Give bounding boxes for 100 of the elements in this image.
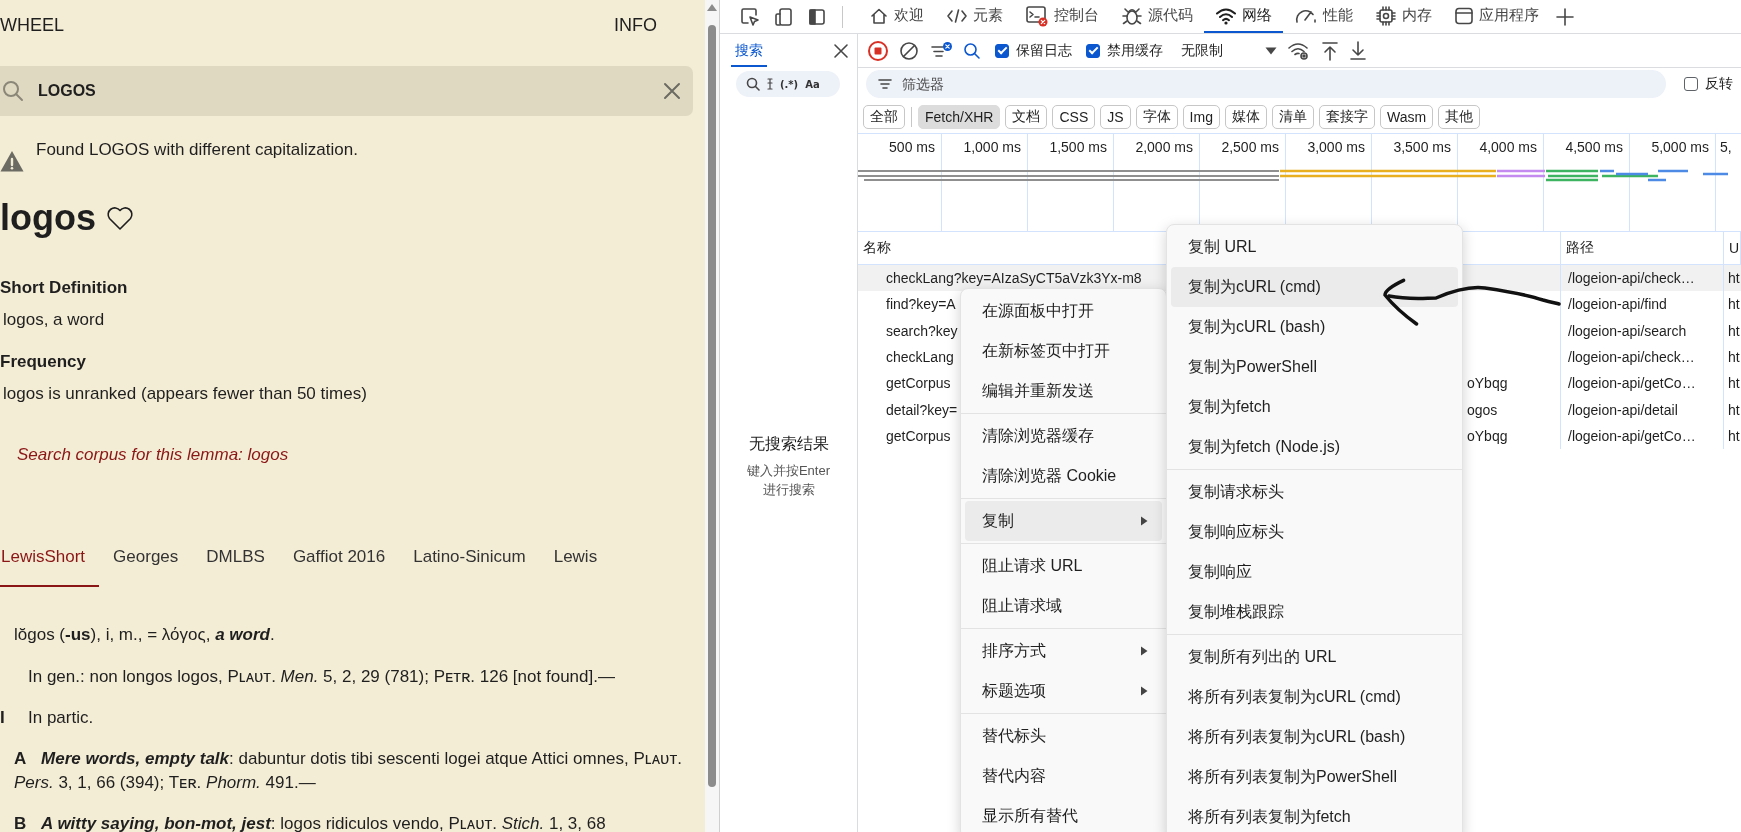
menu-item[interactable]: 阻止请求 URL bbox=[965, 546, 1162, 586]
type-filter-chip[interactable]: JS bbox=[1100, 104, 1131, 129]
download-icon[interactable] bbox=[1349, 40, 1367, 61]
table-cell[interactable]: ht bbox=[1728, 322, 1740, 339]
menu-item[interactable]: 复制请求标头 bbox=[1171, 472, 1458, 512]
panel-tab[interactable]: 搜索 bbox=[731, 35, 767, 67]
close-icon[interactable] bbox=[663, 82, 681, 100]
column-header[interactable]: 路径 bbox=[1566, 239, 1594, 257]
menu-item[interactable]: 替代标头 bbox=[965, 716, 1162, 756]
panel-tab[interactable]: 应用程序 bbox=[1443, 0, 1550, 33]
menu-item[interactable]: 阻止请求域 bbox=[965, 586, 1162, 626]
menu-item[interactable]: 复制 URL bbox=[1171, 227, 1458, 267]
menu-item[interactable]: 复制响应标头 bbox=[1171, 512, 1458, 552]
menu-item[interactable]: 复制所有列出的 URL bbox=[1171, 637, 1458, 677]
nav-link[interactable]: WHEEL bbox=[0, 14, 64, 36]
panel-tab[interactable]: 源代码 bbox=[1110, 0, 1204, 33]
menu-item[interactable]: 将所有列表复制为fetch bbox=[1171, 797, 1458, 832]
filter-field[interactable]: 筛选器 bbox=[866, 70, 1666, 98]
text-cursor-icon[interactable] bbox=[767, 78, 773, 90]
menu-item[interactable]: 将所有列表复制为cURL (bash) bbox=[1171, 717, 1458, 757]
corpus-link[interactable]: Search corpus for this lemma: logos bbox=[17, 444, 289, 466]
menu-item[interactable]: 清除浏览器 Cookie bbox=[965, 456, 1162, 496]
menu-item[interactable]: 显示所有替代 bbox=[965, 796, 1162, 832]
table-cell[interactable]: ht bbox=[1728, 401, 1740, 418]
device-icon[interactable] bbox=[774, 6, 794, 27]
table-cell[interactable]: /logeion-api/search bbox=[1568, 322, 1687, 339]
type-filter-chip[interactable]: Wasm bbox=[1379, 104, 1434, 129]
table-cell[interactable]: ht bbox=[1728, 427, 1740, 444]
menu-item[interactable]: 替代内容 bbox=[965, 756, 1162, 796]
menu-item[interactable]: 复制为cURL (cmd) bbox=[1171, 267, 1458, 307]
table-cell[interactable]: /logeion-api/getCo… bbox=[1568, 427, 1696, 444]
dock-icon[interactable] bbox=[808, 7, 826, 26]
panel-tab[interactable]: 性能 bbox=[1283, 0, 1364, 33]
panel-tab[interactable]: 内存 bbox=[1364, 0, 1443, 33]
dictionary-tab[interactable]: Georges bbox=[99, 546, 193, 587]
throttling-select[interactable]: 无限制 bbox=[1181, 41, 1255, 60]
menu-item[interactable]: 编辑并重新发送 bbox=[965, 371, 1162, 411]
type-filter-chip[interactable]: 套接字 bbox=[1318, 104, 1375, 129]
caret-icon[interactable] bbox=[1265, 46, 1277, 55]
menu-item[interactable]: 排序方式 bbox=[965, 631, 1162, 671]
type-filter-chip[interactable]: CSS bbox=[1052, 104, 1096, 129]
dictionary-tab[interactable]: DMLBS bbox=[192, 546, 279, 587]
upload-icon[interactable] bbox=[1321, 40, 1339, 61]
type-filter-chip[interactable]: 媒体 bbox=[1224, 104, 1267, 129]
search-option[interactable]: Aa bbox=[805, 78, 820, 90]
table-cell[interactable]: ht bbox=[1728, 349, 1740, 366]
checkbox[interactable] bbox=[995, 43, 1009, 58]
dictionary-tab[interactable]: Lewis bbox=[539, 546, 612, 587]
table-cell[interactable]: ht bbox=[1728, 296, 1740, 313]
type-filter-chip[interactable]: 清单 bbox=[1271, 104, 1314, 129]
menu-item[interactable]: 标题选项 bbox=[965, 671, 1162, 711]
menu-item[interactable]: 复制堆栈跟踪 bbox=[1171, 592, 1458, 632]
close-icon[interactable] bbox=[833, 43, 849, 59]
dictionary-tab[interactable]: Gaffiot 2016 bbox=[278, 546, 400, 587]
table-cell[interactable]: /logeion-api/getCo… bbox=[1568, 375, 1696, 392]
inspect-icon[interactable] bbox=[740, 6, 760, 27]
search-option[interactable]: (.*) bbox=[780, 78, 799, 90]
add-icon[interactable] bbox=[1556, 7, 1574, 26]
type-filter-chip[interactable]: 全部 bbox=[863, 104, 905, 129]
menu-item[interactable]: 复制为fetch (Node.js) bbox=[1171, 427, 1458, 467]
checkbox[interactable] bbox=[1086, 43, 1100, 58]
menu-item[interactable]: 将所有列表复制为PowerShell bbox=[1171, 757, 1458, 797]
table-cell[interactable]: /logeion-api/check… bbox=[1568, 349, 1695, 366]
menu-item[interactable]: 清除浏览器缓存 bbox=[965, 416, 1162, 456]
type-filter-chip[interactable]: 其他 bbox=[1438, 104, 1481, 129]
menu-item[interactable]: 复制为fetch bbox=[1171, 387, 1458, 427]
menu-item[interactable]: 将所有列表复制为cURL (cmd) bbox=[1171, 677, 1458, 717]
table-cell[interactable]: /logeion-api/find bbox=[1568, 296, 1667, 313]
table-cell[interactable]: /logeion-api/detail bbox=[1568, 401, 1678, 418]
table-cell[interactable]: oYbqg bbox=[1467, 427, 1560, 444]
search-field[interactable]: LOGOS bbox=[0, 66, 693, 116]
search-field[interactable]: (.*) Aa bbox=[736, 71, 840, 97]
panel-tab[interactable]: 欢迎 bbox=[858, 0, 935, 33]
type-filter-chip[interactable]: Fetch/XHR bbox=[918, 104, 1001, 129]
menu-item[interactable]: 在新标签页中打开 bbox=[965, 331, 1162, 371]
nav-link[interactable]: INFO bbox=[614, 14, 657, 36]
dictionary-tab[interactable]: Latino-Sinicum bbox=[399, 546, 540, 587]
panel-tab[interactable]: 控制台 bbox=[1014, 0, 1110, 33]
record-icon[interactable] bbox=[867, 39, 889, 62]
column-header[interactable]: 名称 bbox=[863, 239, 891, 257]
menu-item[interactable]: 复制 bbox=[965, 501, 1162, 541]
table-cell[interactable]: oYbqg bbox=[1467, 375, 1560, 392]
menu-item[interactable]: 复制为PowerShell bbox=[1171, 347, 1458, 387]
menu-item[interactable]: 在源面板中打开 bbox=[965, 291, 1162, 331]
table-cell[interactable]: ht bbox=[1728, 375, 1740, 392]
type-filter-chip[interactable]: 文档 bbox=[1005, 104, 1048, 129]
menu-item[interactable]: 复制为cURL (bash) bbox=[1171, 307, 1458, 347]
menu-item[interactable]: 复制响应 bbox=[1171, 552, 1458, 592]
panel-tab[interactable]: 元素 bbox=[935, 0, 1014, 33]
type-filter-chip[interactable]: Img bbox=[1182, 104, 1220, 129]
type-filter-chip[interactable]: 字体 bbox=[1135, 104, 1178, 129]
column-header[interactable]: U bbox=[1729, 240, 1740, 256]
scrollbar-thumb[interactable] bbox=[708, 25, 716, 787]
clear-icon[interactable] bbox=[899, 40, 919, 61]
wifi-gear-icon[interactable] bbox=[1287, 40, 1311, 61]
dictionary-tab[interactable]: LewisShort bbox=[0, 546, 100, 587]
heart-icon[interactable] bbox=[106, 205, 134, 231]
table-cell[interactable]: ogos bbox=[1467, 401, 1560, 418]
search-icon[interactable] bbox=[963, 41, 981, 60]
scroll-up-icon[interactable] bbox=[707, 4, 717, 11]
